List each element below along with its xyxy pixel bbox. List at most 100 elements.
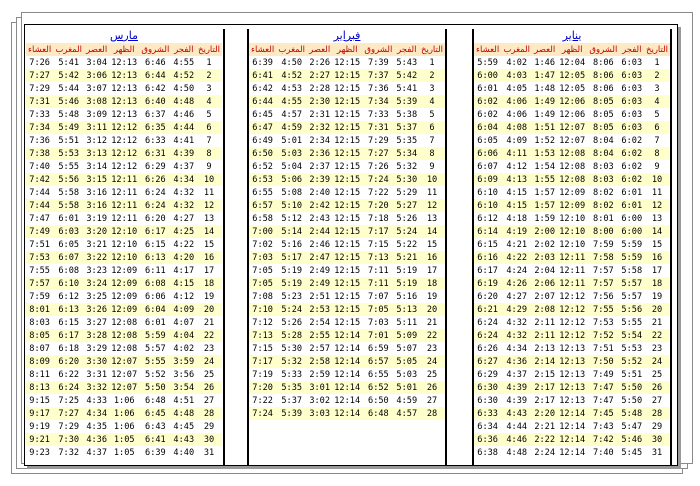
cell-sunrise: 6:42 [139,82,172,95]
cell-dhuhr: 12:14 [557,420,588,433]
cell-isha: 6:58 [249,212,277,225]
table-row: 31 4:40 6:39 1:05 4:37 7:32 9:23 [26,446,222,459]
cell-sunrise: 8:00 [587,225,620,238]
cell-asr: 2:49 [307,277,333,290]
cell-asr: 2:57 [307,342,333,355]
cell-maghrib: 4:09 [501,134,533,147]
cell-maghrib: 6:07 [53,251,85,264]
cell-sunrise: 7:59 [587,238,620,251]
table-row: 16 5:21 7:13 12:15 2:47 5:17 7:03 [249,251,445,264]
cell-isha: 7:44 [26,199,54,212]
table-row: 13 5:26 7:18 12:15 2:43 5:12 6:58 [249,212,445,225]
cell-dhuhr: 12:15 [332,277,363,290]
cell-dhuhr: 1:06 [109,394,140,407]
header-isha: العشاء [26,43,54,56]
table-row: 17 5:19 7:11 12:15 2:49 5:19 7:05 [249,264,445,277]
cell-sunrise: 5:55 [139,355,172,368]
cell-asr: 3:21 [84,238,110,251]
cell-maghrib: 5:16 [276,238,308,251]
table-row: 18 5:57 7:57 12:11 2:06 4:26 6:19 [474,277,670,290]
header-date: التاريخ [419,43,445,56]
cell-asr: 4:37 [84,446,110,459]
cell-dhuhr: 12:07 [557,134,588,147]
cell-dhuhr: 12:15 [332,134,363,147]
cell-isha: 6:57 [249,199,277,212]
cell-isha: 7:44 [26,186,54,199]
cell-sunrise: 7:26 [362,160,395,173]
cell-fajr: 5:41 [394,82,420,95]
cell-sunrise: 6:52 [362,381,395,394]
cell-isha: 6:00 [474,69,502,82]
cell-maghrib: 5:19 [276,277,308,290]
cell-date: 15 [196,238,222,251]
cell-sunrise: 6:50 [362,394,395,407]
cell-sunrise: 7:57 [587,264,620,277]
cell-dhuhr: 12:05 [557,82,588,95]
cell-dhuhr: 12:10 [557,212,588,225]
cell-asr: 4:34 [84,407,110,420]
cell-date: 4 [196,95,222,108]
cell-fajr: 5:54 [619,329,645,342]
cell-isha: 6:15 [474,238,502,251]
table-row: 22 5:09 7:01 12:14 2:55 5:28 7:13 [249,329,445,342]
cell-asr: 3:04 [84,56,110,69]
cell-maghrib: 4:02 [501,56,533,69]
cell-fajr: 4:09 [171,303,197,316]
cell-dhuhr: 12:13 [109,108,140,121]
cell-isha: 6:19 [474,277,502,290]
cell-isha: 9:15 [26,394,54,407]
cell-date: 6 [196,121,222,134]
cell-sunrise: 6:06 [139,290,172,303]
month-title-february: فبراير [333,29,361,42]
cell-dhuhr: 12:09 [109,303,140,316]
cell-date: 11 [419,186,445,199]
cell-sunrise: 6:55 [362,368,395,381]
cell-isha: 6:04 [474,121,502,134]
cell-date: 14 [419,225,445,238]
cell-maghrib: 4:29 [501,303,533,316]
cell-sunrise: 7:07 [362,290,395,303]
cell-isha: 7:27 [26,69,54,82]
cell-date: 11 [644,186,670,199]
cell-maghrib: 5:42 [53,69,85,82]
cell-isha: 6:12 [474,212,502,225]
cell-dhuhr: 12:14 [332,368,363,381]
cell-dhuhr: 12:12 [109,160,140,173]
cell-date: 20 [419,303,445,316]
cell-isha: 7:05 [249,277,277,290]
cell-dhuhr: 12:15 [332,264,363,277]
cell-asr: 3:09 [84,108,110,121]
cell-fajr: 3:54 [171,381,197,394]
cell-sunrise: 5:57 [139,342,172,355]
cell-maghrib: 7:27 [53,407,85,420]
cell-date: 22 [196,329,222,342]
cell-dhuhr: 1:06 [109,420,140,433]
cell-dhuhr: 12:04 [557,56,588,69]
cell-maghrib: 4:06 [501,108,533,121]
cell-fajr: 5:38 [394,108,420,121]
cell-fajr: 6:01 [619,186,645,199]
cell-date: 22 [644,329,670,342]
cell-date: 15 [644,238,670,251]
header-isha: العشاء [249,43,277,56]
cell-dhuhr: 12:13 [557,381,588,394]
cell-sunrise: 6:29 [139,160,172,173]
cell-date: 24 [419,355,445,368]
table-header-row: التاريخ الفجر الشروق الظهر العصر المغرب … [249,43,445,56]
cell-date: 3 [196,82,222,95]
cell-isha: 7:34 [26,121,54,134]
cell-fajr: 6:00 [619,212,645,225]
cell-sunrise: 7:20 [362,199,395,212]
cell-fajr: 4:46 [171,108,197,121]
cell-dhuhr: 12:10 [109,225,140,238]
cell-date: 28 [644,407,670,420]
cell-sunrise: 7:39 [362,56,395,69]
month-panel-february: فبراير التاريخ الفجر الشروق الظهر العصر … [247,29,447,465]
cell-date: 23 [644,342,670,355]
cell-asr: 3:12 [84,134,110,147]
cell-dhuhr: 12:09 [557,199,588,212]
cell-dhuhr: 12:13 [109,95,140,108]
header-isha: العشاء [474,43,502,56]
cell-isha: 8:05 [26,329,54,342]
header-sunrise: الشروق [139,43,172,56]
